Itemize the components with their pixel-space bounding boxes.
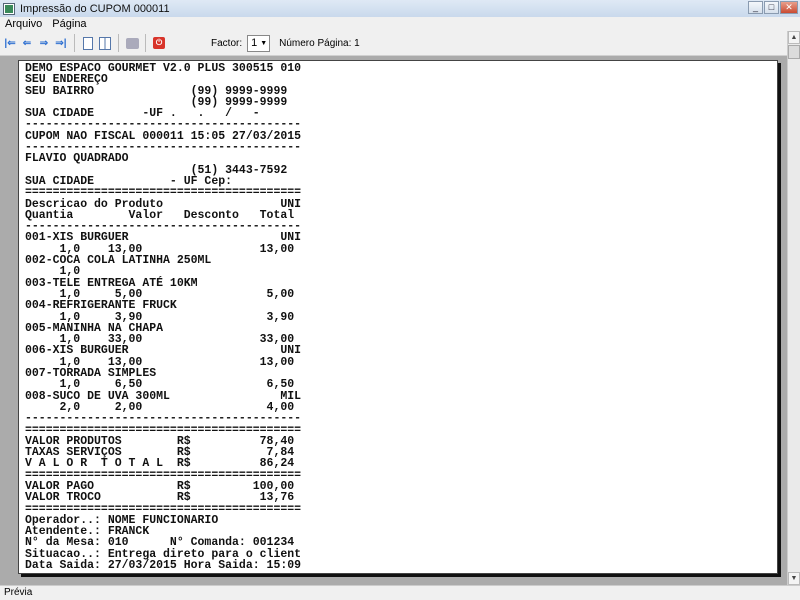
last-page-icon[interactable]: ⇒| [54, 36, 68, 50]
single-page-icon [83, 36, 93, 50]
menu-pagina[interactable]: Página [52, 17, 86, 31]
toolbar-separator [74, 34, 75, 52]
next-page-icon[interactable]: ⇒ [37, 36, 51, 50]
factor-value: 1 [251, 37, 258, 49]
minimize-button[interactable]: _ [748, 1, 763, 14]
receipt-line: 1,0 [25, 265, 81, 279]
scroll-down-button[interactable]: ▼ [788, 572, 800, 585]
single-page-button[interactable] [81, 36, 95, 50]
first-page-icon[interactable]: |⇐ [3, 36, 17, 50]
receipt-text: DEMO ESPACO GOURMET V2.0 PLUS 300515 010… [25, 63, 302, 573]
chevron-down-icon: ▼ [260, 39, 268, 47]
stop-icon: ⏻ [153, 37, 165, 49]
scroll-thumb[interactable] [788, 45, 800, 59]
toolbar: |⇐ ⇐ ⇒ ⇒| ⏻ Factor: 1 ▼ Número Página: 1 [0, 31, 787, 56]
receipt-line: VALOR TROCO R$ 13,76 [25, 491, 295, 505]
toolbar-separator [118, 34, 119, 52]
status-text: Prévia [4, 587, 33, 598]
toolbar-separator [145, 34, 146, 52]
maximize-button[interactable]: □ [764, 1, 779, 14]
two-pages-icon [99, 36, 111, 50]
status-bar: Prévia [0, 585, 800, 600]
receipt-line: 004-REFRIGERANTE FRUCK [25, 299, 177, 313]
receipt-line: ======================================== [25, 186, 302, 200]
page-number-label: Número Página: 1 [279, 37, 360, 49]
receipt-line: Data Saida: 27/03/2015 Hora Saida: 15:09 [25, 559, 302, 573]
menu-arquivo[interactable]: Arquivo [5, 17, 42, 31]
factor-select[interactable]: 1 ▼ [247, 34, 271, 52]
receipt-line: ---------------------------------------- [25, 412, 302, 426]
receipt-line: SEU ENDEREÇO [25, 73, 108, 87]
app-icon [4, 3, 14, 14]
factor-label: Factor: [211, 37, 243, 49]
scroll-up-button[interactable]: ▲ [788, 31, 800, 44]
stop-button[interactable]: ⏻ [152, 36, 166, 50]
previous-page-icon[interactable]: ⇐ [20, 36, 34, 50]
close-button[interactable]: ✕ [780, 1, 798, 14]
print-button[interactable] [125, 36, 139, 50]
print-preview-page: DEMO ESPACO GOURMET V2.0 PLUS 300515 010… [18, 60, 778, 574]
vertical-scrollbar[interactable]: ▲ ▼ [787, 31, 800, 585]
two-pages-button[interactable] [98, 36, 112, 50]
receipt-line: FLAVIO QUADRADO [25, 152, 129, 166]
print-icon [125, 37, 139, 49]
receipt-line: V A L O R T O T A L R$ 86,24 [25, 457, 295, 471]
title-bar: Impressão do CUPOM 000011 _ □ ✕ [0, 0, 800, 17]
receipt-line: 1,0 6,50 6,50 [25, 378, 295, 392]
window-title: Impressão do CUPOM 000011 [20, 2, 170, 15]
menu-bar: Arquivo Página [0, 17, 800, 31]
